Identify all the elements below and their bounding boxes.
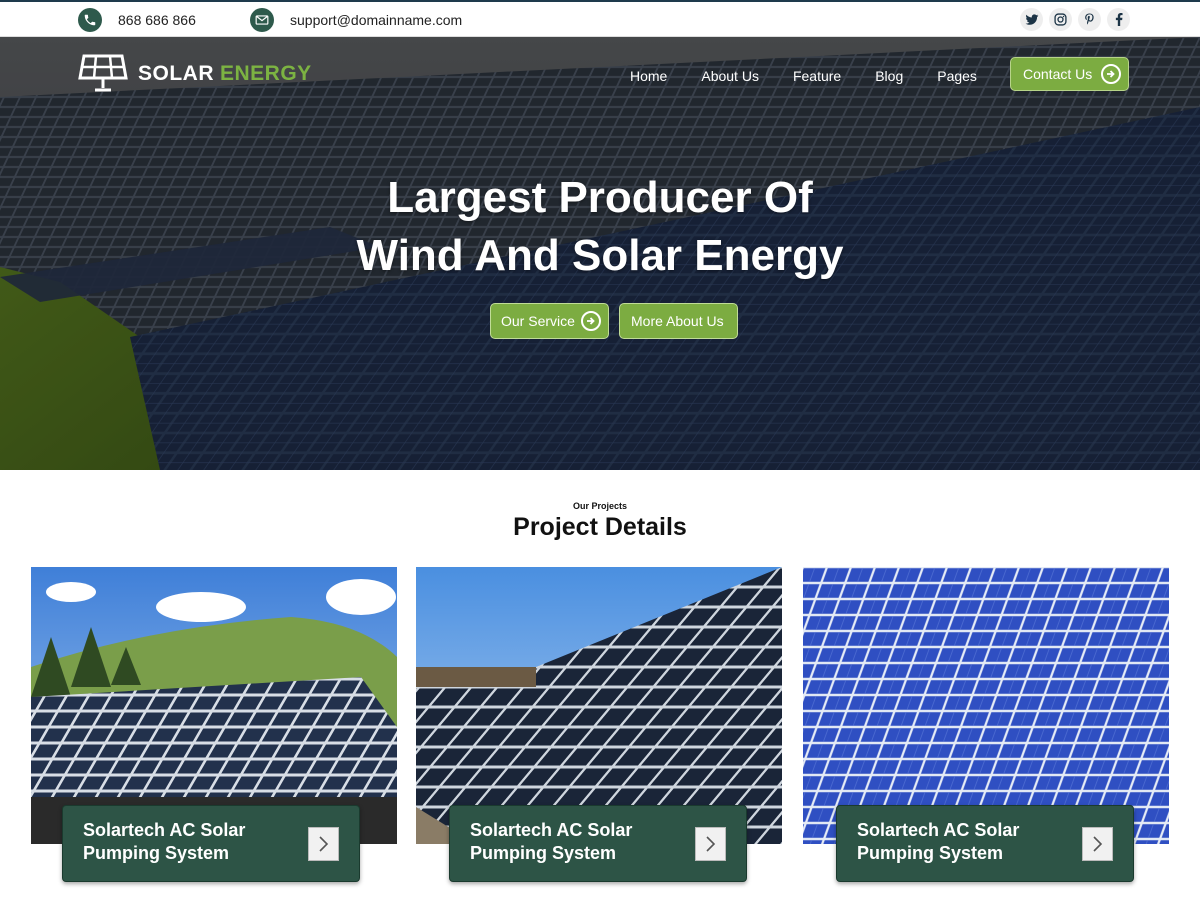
nav-item-feature[interactable]: Feature bbox=[793, 68, 841, 84]
project-image-hill-panels bbox=[31, 567, 397, 844]
project-card-title: Solartech AC Solar Pumping System bbox=[470, 820, 633, 863]
project-card-title: Solartech AC Solar Pumping System bbox=[857, 820, 1020, 863]
chevron-right-icon[interactable] bbox=[695, 827, 726, 861]
nav-item-blog[interactable]: Blog bbox=[875, 68, 903, 84]
section-title: Project Details bbox=[513, 513, 687, 541]
phone-contact[interactable]: 868 686 866 bbox=[78, 8, 196, 32]
project-card-caption[interactable]: Solartech AC Solar Pumping System bbox=[836, 805, 1134, 882]
project-card-image[interactable] bbox=[803, 567, 1169, 844]
project-card-title: Solartech AC Solar Pumping System bbox=[83, 820, 246, 863]
hero-title-line1: Largest Producer Of bbox=[387, 173, 813, 222]
our-service-label: Our Service bbox=[501, 313, 575, 329]
pinterest-icon[interactable] bbox=[1078, 8, 1101, 31]
hero-title: Largest Producer Of Wind And Solar Energ… bbox=[0, 169, 1200, 285]
project-card-caption[interactable]: Solartech AC Solar Pumping System bbox=[449, 805, 747, 882]
solar-panel-icon bbox=[78, 54, 128, 92]
more-about-us-button[interactable]: More About Us bbox=[619, 303, 738, 339]
brand-logo[interactable]: SOLAR ENERGY bbox=[78, 54, 312, 94]
hero-banner: SOLAR ENERGY Home About Us Feature Blog … bbox=[0, 37, 1200, 470]
twitter-icon[interactable] bbox=[1020, 8, 1043, 31]
chevron-right-icon[interactable] bbox=[308, 827, 339, 861]
section-kicker: Our Projects bbox=[572, 501, 628, 511]
project-card-caption[interactable]: Solartech AC Solar Pumping System bbox=[62, 805, 360, 882]
phone-number: 868 686 866 bbox=[118, 12, 196, 28]
brand-name-secondary: ENERGY bbox=[220, 62, 312, 85]
project-image-blue-panels bbox=[803, 567, 1169, 844]
nav-item-pages[interactable]: Pages bbox=[937, 68, 977, 84]
nav-item-about-us[interactable]: About Us bbox=[701, 68, 759, 84]
phone-icon bbox=[78, 8, 102, 32]
social-links bbox=[1020, 8, 1130, 31]
project-card-image[interactable] bbox=[31, 567, 397, 844]
brand-name-primary: SOLAR bbox=[138, 62, 214, 85]
project-image-rooftop-panels bbox=[416, 567, 782, 844]
arrow-right-icon bbox=[1101, 64, 1121, 84]
contact-us-label: Contact Us bbox=[1023, 66, 1093, 82]
top-bar: 868 686 866 support@domainname.com bbox=[0, 0, 1200, 37]
instagram-icon[interactable] bbox=[1049, 8, 1072, 31]
email-contact[interactable]: support@domainname.com bbox=[250, 8, 462, 32]
arrow-right-icon bbox=[581, 311, 601, 331]
nav-item-home[interactable]: Home bbox=[630, 68, 667, 84]
main-nav: Home About Us Feature Blog Pages bbox=[630, 68, 1011, 84]
facebook-icon[interactable] bbox=[1107, 8, 1130, 31]
our-service-button[interactable]: Our Service bbox=[490, 303, 609, 339]
project-card-image[interactable] bbox=[416, 567, 782, 844]
mail-icon bbox=[250, 8, 274, 32]
more-about-us-label: More About Us bbox=[631, 313, 724, 329]
hero-title-line2: Wind And Solar Energy bbox=[356, 231, 844, 280]
chevron-right-icon[interactable] bbox=[1082, 827, 1113, 861]
email-address: support@domainname.com bbox=[290, 12, 463, 28]
contact-us-button[interactable]: Contact Us bbox=[1010, 57, 1129, 91]
